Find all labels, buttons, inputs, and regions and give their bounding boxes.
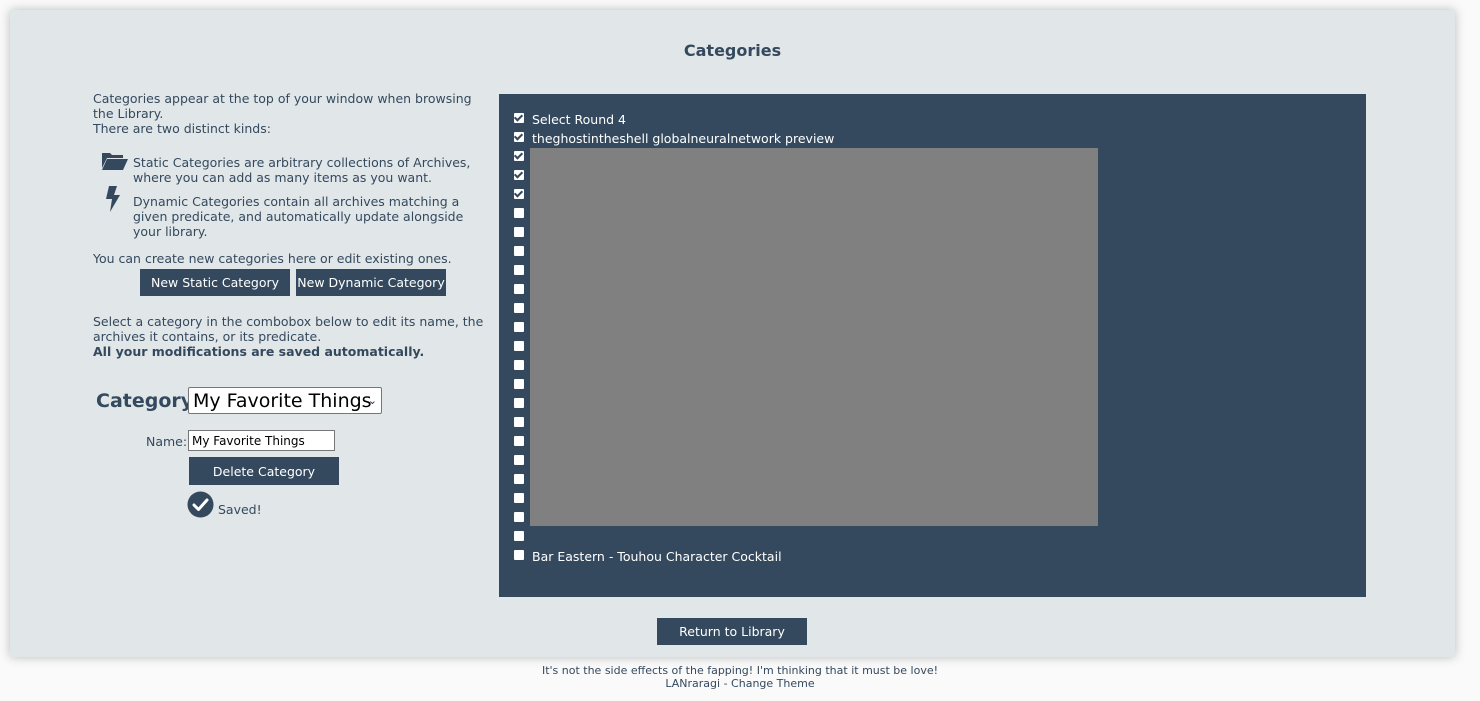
archive-label[interactable]: theghostintheshell globalneuralnetwork p… [532, 131, 834, 146]
archive-checkbox[interactable] [514, 284, 524, 294]
archive-checkbox[interactable] [514, 493, 524, 503]
archive-label[interactable]: Bar Eastern - Touhou Character Cocktail [532, 549, 782, 564]
archive-checkbox[interactable] [514, 246, 524, 256]
page-title: Categories [683, 41, 782, 60]
name-label: Name: [146, 434, 188, 449]
footer-separator: - [720, 677, 732, 690]
new-static-category-button[interactable]: New Static Category [140, 269, 290, 296]
chevron-down-icon: ⌄ [367, 394, 377, 407]
category-label: Category: [96, 390, 201, 412]
archive-checkbox[interactable] [514, 512, 524, 522]
archive-checkbox[interactable] [514, 417, 524, 427]
archive-checkbox[interactable] [514, 265, 524, 275]
archive-checkbox[interactable] [514, 341, 524, 351]
create-note: You can create new categories here or ed… [93, 251, 452, 266]
edit-note-line-1: Select a category in the combobox below … [93, 314, 484, 344]
archive-checkbox[interactable] [514, 455, 524, 465]
saved-status: Saved! [218, 502, 262, 517]
edit-note: Select a category in the combobox below … [93, 314, 493, 359]
archive-checkbox[interactable] [514, 227, 524, 237]
archive-checkbox[interactable] [514, 474, 524, 484]
archive-checkbox[interactable] [514, 113, 524, 123]
edit-note-line-2: All your modifications are saved automat… [93, 344, 425, 359]
intro-section: Categories appear at the top of your win… [93, 91, 493, 266]
archive-checkbox[interactable] [514, 360, 524, 370]
archive-checkbox[interactable] [514, 322, 524, 332]
intro-line-2: There are two distinct kinds: [93, 121, 271, 136]
archive-thumbnail-preview [530, 148, 1098, 526]
archive-checkbox[interactable] [514, 398, 524, 408]
dynamic-category-desc: Dynamic Categories contain all archives … [133, 194, 464, 239]
archive-checkbox[interactable] [514, 208, 524, 218]
dynamic-category-info: Dynamic Categories contain all archives … [93, 186, 493, 239]
footer-app-link[interactable]: LANraragi [665, 677, 720, 690]
delete-category-button[interactable]: Delete Category [189, 457, 339, 485]
archive-label[interactable]: Select Round 4 [532, 112, 626, 127]
footer-quote: It's not the side effects of the fapping… [541, 664, 939, 677]
change-theme-link[interactable]: Change Theme [731, 677, 815, 690]
name-input[interactable] [188, 430, 335, 451]
folder-open-icon [101, 151, 129, 174]
archive-list: Select Round 4 theghostintheshell globaln… [499, 94, 1366, 597]
static-category-info: Static Categories are arbitrary collecti… [93, 153, 493, 185]
return-to-library-button[interactable]: Return to Library [657, 618, 807, 645]
main-panel: Categories Categories appear at the top … [10, 10, 1455, 657]
archive-checkbox[interactable] [514, 151, 524, 161]
archive-checkbox[interactable] [514, 303, 524, 313]
archive-checkbox[interactable] [514, 170, 524, 180]
static-category-desc: Static Categories are arbitrary collecti… [133, 155, 471, 185]
archive-checkbox[interactable] [514, 379, 524, 389]
new-dynamic-category-button[interactable]: New Dynamic Category [296, 269, 446, 296]
archive-checkbox[interactable] [514, 550, 524, 560]
intro-line-1: Categories appear at the top of your win… [93, 91, 472, 121]
archive-checkbox[interactable] [514, 531, 524, 541]
check-circle-icon [187, 491, 214, 522]
footer-links: LANraragi - Change Theme [0, 677, 1480, 690]
archive-checkbox[interactable] [514, 436, 524, 446]
archive-checkbox[interactable] [514, 189, 524, 199]
category-select[interactable]: My Favorite Things ⌄ [188, 387, 382, 414]
bolt-icon [105, 186, 121, 215]
category-select-value: My Favorite Things [193, 389, 372, 412]
archive-checkbox[interactable] [514, 132, 524, 142]
